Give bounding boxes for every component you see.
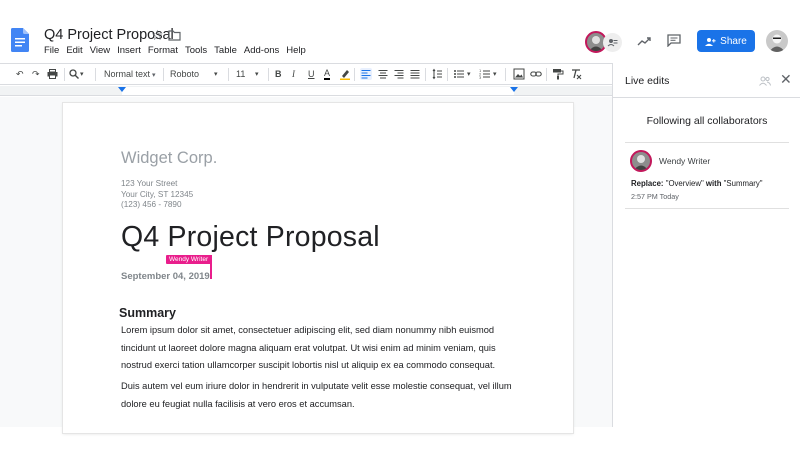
body-paragraph[interactable]: Lorem ipsum dolor sit amet, consectetuer…	[121, 322, 521, 375]
align-right-icon[interactable]	[393, 68, 405, 80]
insert-image-icon[interactable]	[513, 68, 525, 80]
clear-formatting-icon[interactable]	[570, 68, 582, 80]
font-size-chevron-icon[interactable]: ▾	[255, 69, 259, 80]
toolbar-divider	[354, 68, 355, 81]
left-indent-marker-icon[interactable]	[118, 87, 126, 92]
panel-divider	[625, 142, 789, 143]
undo-icon[interactable]: ↶	[16, 69, 24, 80]
line-spacing-icon[interactable]	[431, 68, 443, 80]
docs-logo-icon[interactable]	[11, 28, 29, 52]
menu-file[interactable]: File	[44, 45, 59, 59]
phone-number: (123) 456 - 7890	[121, 200, 182, 209]
address-line1: 123 Your Street	[121, 179, 178, 188]
share-button[interactable]: Share	[697, 30, 755, 52]
insert-link-icon[interactable]	[530, 68, 542, 80]
toolbar-divider	[228, 68, 229, 81]
formatting-toolbar: ↶ ↷ ▾ Normal text Roboto ▾ 11 ▾ B I U A …	[0, 63, 612, 85]
bullet-list-chevron-icon[interactable]: ▾	[467, 69, 471, 80]
company-name[interactable]: Widget Corp.	[121, 149, 217, 168]
align-left-icon[interactable]	[360, 68, 372, 80]
toolbar-divider	[505, 68, 506, 81]
paint-format-icon[interactable]	[552, 68, 564, 80]
folder-icon[interactable]	[168, 29, 181, 41]
close-icon[interactable]: ✕	[780, 72, 792, 86]
underline-button[interactable]: U	[308, 69, 315, 80]
collaborator-cursor-label: Wendy Writer	[166, 255, 212, 264]
font-size-dropdown[interactable]: 11	[236, 69, 245, 80]
add-person-icon	[705, 37, 716, 46]
toolbar-divider	[447, 68, 448, 81]
menu-format[interactable]: Format	[148, 45, 178, 59]
bulleted-list-icon[interactable]	[453, 68, 465, 80]
edit-with-label: with	[705, 179, 722, 188]
menu-insert[interactable]: Insert	[117, 45, 141, 59]
print-icon[interactable]	[47, 69, 58, 79]
font-family-dropdown[interactable]: Roboto	[170, 69, 199, 80]
toolbar-divider	[546, 68, 547, 81]
title-bar: Q4 Project Proposal ☆ File Edit View Ins…	[0, 0, 800, 62]
comment-icon[interactable]	[667, 34, 681, 47]
align-justify-icon[interactable]	[409, 68, 421, 80]
text-color-button[interactable]: A	[324, 69, 331, 80]
people-icon[interactable]	[759, 76, 771, 86]
following-status: Following all collaborators	[646, 115, 768, 127]
panel-divider	[613, 97, 800, 98]
highlight-pen-icon[interactable]	[340, 68, 350, 80]
numbered-list-icon[interactable]: 123	[479, 68, 491, 80]
menu-view[interactable]: View	[90, 45, 110, 59]
edit-old-text: "Overview"	[665, 179, 704, 188]
bold-button[interactable]: B	[275, 69, 282, 80]
section-heading[interactable]: Summary	[119, 306, 176, 320]
toolbar-divider	[268, 68, 269, 81]
font-dropdown-chevron-icon[interactable]: ▾	[214, 69, 218, 80]
document-heading[interactable]: Q4 Project Proposal	[121, 221, 380, 254]
zoom-icon[interactable]	[69, 69, 79, 79]
italic-button[interactable]: I	[292, 69, 295, 80]
menu-addons[interactable]: Add-ons	[244, 45, 279, 59]
menu-table[interactable]: Table	[214, 45, 237, 59]
document-canvas: Widget Corp. 123 Your Street Your City, …	[0, 97, 612, 433]
toolbar-divider	[163, 68, 164, 81]
zoom-dropdown-chevron-icon[interactable]: ▾	[80, 69, 84, 80]
ruler-text-area	[122, 87, 514, 95]
edit-new-text: "Summary"	[723, 179, 763, 188]
align-center-icon[interactable]	[377, 68, 389, 80]
menu-edit[interactable]: Edit	[66, 45, 82, 59]
edit-action-label: Replace:	[631, 179, 664, 188]
editor-avatar[interactable]	[630, 150, 652, 172]
live-edits-panel: Live edits ✕ Following all collaborators…	[612, 63, 800, 427]
document-date[interactable]: September 04, 2019	[121, 271, 210, 282]
edit-description[interactable]: Replace: "Overview" with "Summary"	[631, 179, 763, 188]
paragraph-style-dropdown[interactable]: Normal text	[104, 69, 155, 81]
share-button-label: Share	[720, 35, 747, 47]
panel-title: Live edits	[625, 75, 670, 87]
right-indent-marker-icon[interactable]	[510, 87, 518, 92]
svg-text:3: 3	[479, 76, 481, 80]
menu-help[interactable]: Help	[286, 45, 306, 59]
account-avatar[interactable]	[766, 30, 788, 52]
body-paragraph[interactable]: Duis autem vel eum iriure dolor in hendr…	[121, 378, 521, 413]
toolbar-divider	[64, 68, 65, 81]
collaborators-chip[interactable]	[603, 33, 622, 52]
ruler	[0, 86, 612, 96]
toolbar-divider	[425, 68, 426, 81]
redo-icon[interactable]: ↷	[32, 69, 40, 80]
toolbar-divider	[95, 68, 96, 81]
address-block[interactable]: 123 Your Street Your City, ST 12345 (123…	[121, 179, 193, 211]
numbered-list-chevron-icon[interactable]: ▾	[493, 69, 497, 80]
menu-tools[interactable]: Tools	[185, 45, 207, 59]
star-icon[interactable]: ☆	[151, 27, 164, 44]
edit-timestamp: 2:57 PM Today	[631, 192, 679, 201]
document-page[interactable]: Widget Corp. 123 Your Street Your City, …	[63, 103, 573, 433]
editor-name: Wendy Writer	[659, 156, 711, 166]
menu-bar: File Edit View Insert Format Tools Table…	[44, 45, 313, 59]
activity-trend-icon[interactable]	[637, 36, 651, 46]
address-line2: Your City, ST 12345	[121, 189, 194, 199]
panel-divider	[625, 208, 789, 209]
